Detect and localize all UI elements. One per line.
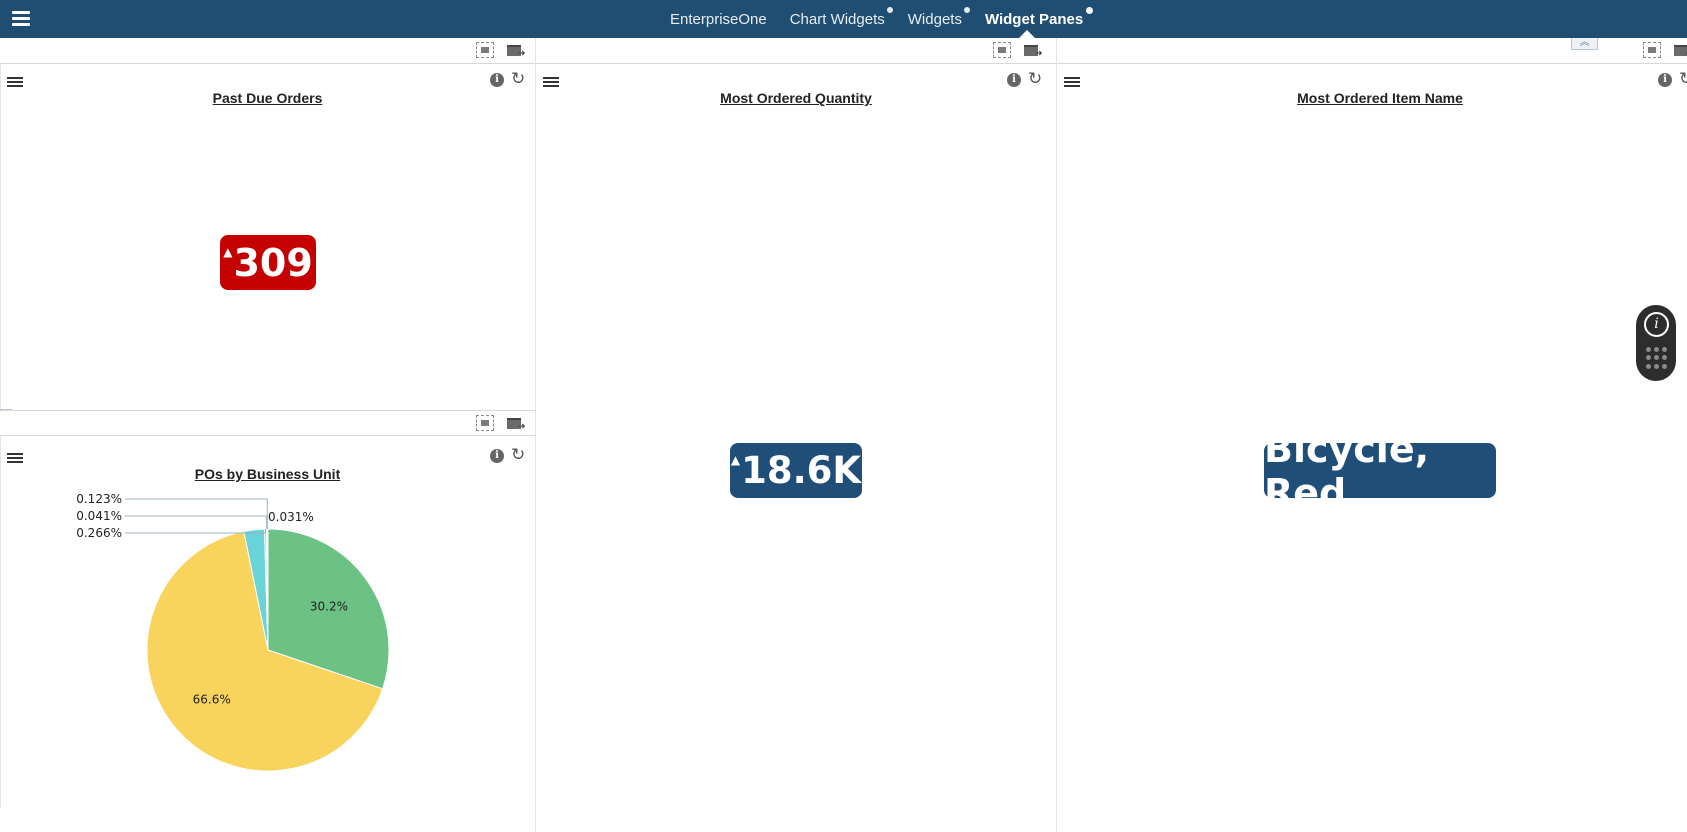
info-icon[interactable]: i [1658,73,1672,87]
pie-slice-label: 0.031% [268,510,314,524]
past-due-value: 309 [233,240,313,285]
maximize-icon[interactable] [476,415,494,431]
main-menu-icon[interactable] [12,11,30,26]
pie-slice-label: 30.2% [310,599,348,613]
tab-widgets[interactable]: Widgets [908,6,970,28]
widget-title-past-due[interactable]: Past Due Orders [0,90,535,106]
floating-action-panel: i [1636,305,1676,381]
pane-divider [535,38,536,832]
widget-title-most-item[interactable]: Most Ordered Item Name [1057,90,1687,106]
trend-up-icon: ▲ [223,245,233,259]
maximize-icon[interactable] [476,42,494,58]
refresh-icon[interactable]: ↻ [1028,70,1046,88]
maximize-icon[interactable] [993,42,1011,58]
widget-menu-icon[interactable] [543,77,559,88]
info-icon[interactable]: i [1007,73,1021,87]
widget-title-po-by-bu[interactable]: POs by Business Unit [0,466,535,482]
refresh-icon[interactable]: ↻ [511,446,529,464]
trend-up-icon: ▲ [730,453,741,467]
most-qty-kpi-badge[interactable]: ▲ 18.6K [730,443,862,498]
info-icon[interactable]: i [490,449,504,463]
maximize-icon[interactable] [1643,42,1661,58]
tab-enterpriseone[interactable]: EnterpriseOne [670,11,767,28]
pane-toolbar [0,38,535,64]
pie-leader-line [125,498,268,530]
pane-toolbar [0,410,535,436]
pie-leader-line [125,515,268,530]
info-icon[interactable]: i [490,73,504,87]
widget-title-most-qty[interactable]: Most Ordered Quantity [536,90,1056,106]
pane-divider [1056,38,1057,832]
pie-slice-label: 0.041% [76,509,122,523]
widget-menu-icon[interactable] [1064,77,1080,88]
top-nav-bar: EnterpriseOne Chart Widgets Widgets Widg… [0,0,1687,38]
nav-tabs: EnterpriseOne Chart Widgets Widgets Widg… [670,0,1106,38]
add-pane-icon[interactable] [1024,42,1043,59]
refresh-icon[interactable]: ↻ [511,70,529,88]
tab-widget-panes[interactable]: Widget Panes [985,6,1094,28]
most-qty-value: 18.6K [741,449,862,492]
widget-menu-icon[interactable] [7,77,23,88]
active-tab-caret [1019,30,1035,38]
tab-indicator-dot [1086,6,1094,14]
pie-slice-label: 0.266% [76,526,122,540]
past-due-kpi-badge[interactable]: ▲ 309 [220,235,316,290]
apps-grid-icon[interactable] [1646,347,1668,369]
collapse-up-handle[interactable]: ︽ [1571,38,1598,50]
tab-indicator-dot [886,6,893,13]
pie-chart[interactable]: 30.2% 66.6% 0.266% 0.041% 0.123% 0.031% [0,485,535,775]
most-item-kpi-badge[interactable]: Bicycle, Red [1264,427,1496,515]
widget-menu-icon[interactable] [7,453,23,464]
pie-slice-label: 66.6% [193,693,231,707]
add-pane-icon[interactable] [507,415,526,432]
add-pane-icon[interactable] [507,42,526,59]
pane-toolbar [536,38,1056,64]
pie-slice-label: 0.123% [76,492,122,506]
add-pane-icon[interactable] [1674,42,1687,59]
refresh-icon[interactable]: ↻ [1679,70,1687,88]
tab-indicator-dot [963,6,970,13]
tab-chart-widgets[interactable]: Chart Widgets [790,6,893,28]
info-icon[interactable]: i [1644,312,1669,337]
most-item-value: Bicycle, Red [1264,426,1430,515]
